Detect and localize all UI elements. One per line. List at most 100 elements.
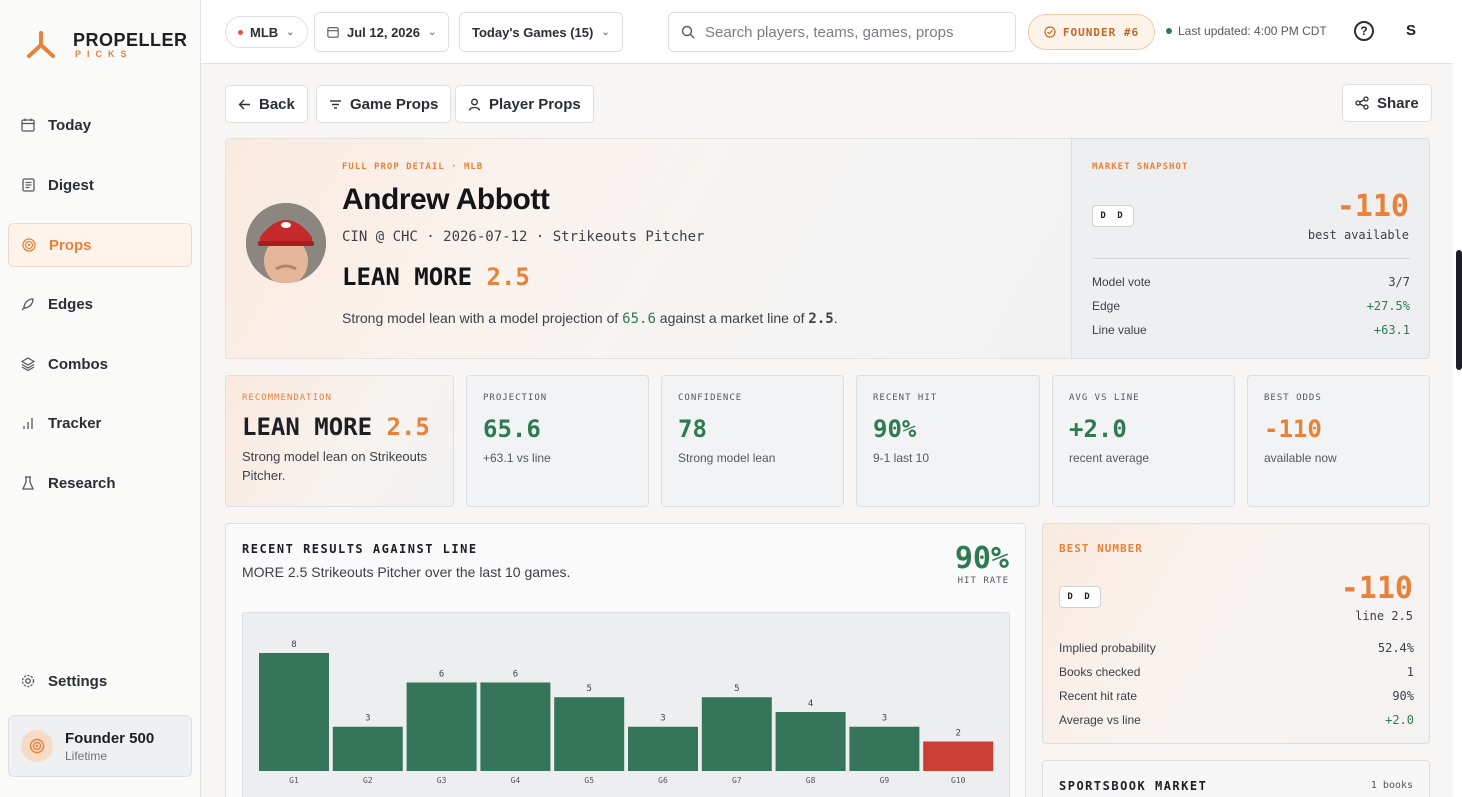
best-number-row: Average vs line +2.0 xyxy=(1059,713,1414,727)
desc-pre: Strong model lean with a model projectio… xyxy=(342,310,619,326)
stat-card-avg-vs-line: AVG VS LINE +2.0 recent average xyxy=(1052,375,1235,507)
result-bar xyxy=(554,697,625,771)
chevron-down-icon: ⌄ xyxy=(428,26,437,38)
date-select[interactable]: Jul 12, 2026 ⌄ xyxy=(314,12,450,52)
founder-badge[interactable]: FOUNDER #6 xyxy=(1028,14,1155,50)
founder-badge-label: FOUNDER #6 xyxy=(1062,25,1140,39)
stat-card-projection: PROJECTION 65.6 +63.1 vs line xyxy=(466,375,649,507)
sportsbook-logo[interactable]: D D xyxy=(1059,586,1101,608)
games-select[interactable]: Today's Games (15) ⌄ xyxy=(459,12,623,52)
lean-line: 2.5 xyxy=(486,263,530,291)
snapshot-row: Model vote 3/7 xyxy=(1092,275,1410,289)
snapshot-row-label: Edge xyxy=(1092,299,1121,313)
snapshot-row-value: 3/7 xyxy=(1388,275,1410,289)
stat-sub: 9-1 last 10 xyxy=(873,451,930,465)
logo[interactable]: PROPELLER PICKS xyxy=(24,30,188,60)
snapshot-divider xyxy=(1092,258,1410,259)
back-button[interactable]: Back xyxy=(225,85,308,123)
snapshot-row: Line value +63.1 xyxy=(1092,323,1410,337)
games-value: Today's Games (15) xyxy=(472,24,594,40)
top-bar: MLB ⌄ Jul 12, 2026 ⌄ Today's Games (15) … xyxy=(201,0,1453,64)
sidebar-item-research[interactable]: Research xyxy=(8,461,192,505)
bar-value-label: 3 xyxy=(660,714,665,724)
search-placeholder: Search players, teams, games, props xyxy=(705,23,954,41)
stat-label: AVG VS LINE xyxy=(1069,393,1140,403)
result-bar xyxy=(701,697,772,771)
result-bar xyxy=(332,726,403,771)
stat-value: -110 xyxy=(1264,415,1322,443)
calendar-icon xyxy=(20,117,36,133)
bar-category-label: G8 xyxy=(806,776,816,785)
stat-value: LEAN MORE 2.5 xyxy=(242,413,437,441)
stat-value: 78 xyxy=(678,415,707,443)
bar-value-label: 5 xyxy=(586,684,591,694)
hit-rate: 90% HIT RATE xyxy=(955,541,1009,586)
sidebar-item-digest[interactable]: Digest xyxy=(8,163,192,207)
best-number-row-label: Books checked xyxy=(1059,665,1141,679)
result-bar xyxy=(259,652,329,771)
result-bar xyxy=(480,682,551,771)
game-props-button[interactable]: Game Props xyxy=(316,85,452,123)
sidebar-item-combos[interactable]: Combos xyxy=(8,342,192,386)
sidebar-item-label: Edges xyxy=(48,295,94,313)
stat-card-recent-hit: RECENT HIT 90% 9-1 last 10 xyxy=(856,375,1040,507)
stat-sub: available now xyxy=(1264,451,1337,465)
sidebar-item-label: Props xyxy=(49,236,92,254)
sidebar-item-settings[interactable]: Settings xyxy=(8,659,192,703)
scrollbar-thumb[interactable] xyxy=(1456,250,1462,370)
desc-projection: 65.6 xyxy=(622,311,656,327)
brand-title: PROPELLER xyxy=(73,30,188,50)
stat-value: +2.0 xyxy=(1069,415,1127,443)
bar-value-label: 4 xyxy=(808,699,813,709)
sportsbook-logo[interactable]: D D xyxy=(1092,205,1134,227)
best-number-row-value: 52.4% xyxy=(1377,641,1414,655)
stat-card-confidence: CONFIDENCE 78 Strong model lean xyxy=(661,375,844,507)
desc-end: . xyxy=(833,310,838,326)
snapshot-odds: -110 xyxy=(1336,189,1409,224)
stat-label: RECOMMENDATION xyxy=(242,393,332,403)
results-chart: 8 G1 3 G2 6 G3 6 G4 5 G5 3 G6 5 G7 4 G8 3 G9 2 G10 xyxy=(242,612,1010,797)
sidebar-item-today[interactable]: Today xyxy=(8,103,192,147)
founder-target-icon xyxy=(21,730,53,762)
league-select[interactable]: MLB ⌄ xyxy=(225,16,308,48)
hero-recommendation: LEAN MORE 2.5 xyxy=(342,263,530,291)
status-dot-icon xyxy=(1166,28,1172,34)
market-snapshot: MARKET SNAPSHOT D D -110 best available … xyxy=(1071,138,1430,359)
help-button[interactable]: ? xyxy=(1354,21,1374,41)
bar-value-label: 3 xyxy=(365,714,370,724)
bar-chart-icon xyxy=(20,415,36,431)
search-input[interactable]: Search players, teams, games, props xyxy=(668,12,1016,52)
sidebar-item-label: Digest xyxy=(48,176,94,194)
game-props-label: Game Props xyxy=(350,95,439,113)
player-name: Andrew Abbott xyxy=(342,183,550,216)
hero-eyebrow: FULL PROP DETAIL · MLB xyxy=(342,162,484,172)
stat-value: 90% xyxy=(873,415,917,443)
player-props-button[interactable]: Player Props xyxy=(455,85,594,123)
stat-value: 65.6 xyxy=(483,415,541,443)
check-circle-icon xyxy=(1044,26,1056,38)
filter-icon xyxy=(329,98,342,111)
bar-value-label: 8 xyxy=(291,640,296,650)
best-number-row-value: 1 xyxy=(1406,665,1414,679)
prop-hero-card: FULL PROP DETAIL · MLB Andrew Abbott CIN… xyxy=(225,138,1072,359)
bar-category-label: G5 xyxy=(584,776,594,785)
best-number-odds: -110 xyxy=(1340,571,1413,606)
bar-value-label: 6 xyxy=(513,669,518,679)
sportsbook-market-panel: SPORTSBOOK MARKET 1 books xyxy=(1042,760,1430,797)
propeller-logo-icon xyxy=(27,31,55,58)
best-number-row-label: Recent hit rate xyxy=(1059,689,1138,703)
sidebar-item-props[interactable]: Props xyxy=(8,223,192,267)
founder-plan-sub: Lifetime xyxy=(65,748,108,763)
page-scrollbar[interactable] xyxy=(1453,0,1462,797)
founder-plan-card[interactable]: Founder 500 Lifetime xyxy=(8,715,192,777)
results-subtitle: MORE 2.5 Strikeouts Pitcher over the las… xyxy=(242,564,571,580)
sidebar-item-edges[interactable]: Edges xyxy=(8,282,192,326)
sidebar-item-label: Combos xyxy=(48,355,108,373)
arrow-left-icon xyxy=(238,98,251,111)
share-button[interactable]: Share xyxy=(1342,84,1432,122)
stat-label: BEST ODDS xyxy=(1264,393,1322,403)
snapshot-row-label: Line value xyxy=(1092,323,1147,337)
sidebar-item-tracker[interactable]: Tracker xyxy=(8,401,192,445)
avatar[interactable]: S xyxy=(1406,22,1416,39)
result-bar xyxy=(775,711,846,771)
